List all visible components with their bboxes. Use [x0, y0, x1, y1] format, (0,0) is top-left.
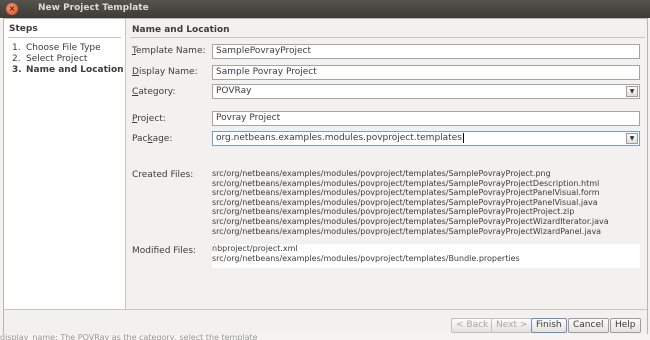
step-number: 1. [12, 43, 21, 53]
list-item: src/org/netbeans/examples/modules/povpro… [212, 207, 575, 217]
list-item: src/org/netbeans/examples/modules/povpro… [212, 253, 520, 263]
display-name-field[interactable]: Sample Povray Project [212, 65, 640, 80]
name-and-location-panel: Name and Location Template Name: SampleP… [128, 19, 647, 309]
step-label: Choose File Type [26, 43, 101, 53]
steps-header: Steps [9, 24, 38, 34]
list-item: src/org/netbeans/examples/modules/povpro… [212, 169, 551, 178]
project-label: Project: [132, 114, 166, 124]
list-item: nbproject/project.xml [212, 244, 298, 253]
modified-files-list: nbproject/project.xml src/org/netbeans/e… [212, 244, 640, 268]
step-label: Name and Location [26, 65, 124, 75]
next-button[interactable]: Next > [491, 318, 533, 333]
category-label: Category: [132, 87, 176, 97]
package-label: Package: [132, 134, 173, 144]
finish-button[interactable]: Finish [531, 318, 567, 333]
step-item-current: 3. Name and Location [12, 65, 124, 76]
created-files-label: Created Files: [132, 170, 194, 180]
new-project-template-dialog: Steps 1. Choose File Type 2. Select Projec… [3, 18, 648, 340]
cancel-button[interactable]: Cancel [568, 318, 609, 333]
category-combobox[interactable]: POVRay ▼ [212, 84, 640, 99]
text-caret [462, 132, 464, 143]
panel-divider [130, 37, 645, 38]
template-name-field[interactable]: SamplePovrayProject [212, 44, 640, 59]
chevron-down-icon[interactable]: ▼ [626, 86, 638, 97]
list-item: src/org/netbeans/examples/modules/povpro… [212, 197, 598, 207]
list-item: src/org/netbeans/examples/modules/povpro… [212, 178, 600, 188]
modified-files-label: Modified Files: [132, 246, 197, 256]
step-number: 3. [12, 65, 22, 75]
list-item: src/org/netbeans/examples/modules/povpro… [212, 226, 602, 236]
help-button[interactable]: Help [610, 318, 641, 333]
step-label: Select Project [26, 54, 88, 64]
package-value: org.netbeans.examples.modules.povproject… [216, 133, 462, 143]
package-combobox[interactable]: org.netbeans.examples.modules.povproject… [212, 131, 640, 146]
created-files-list: src/org/netbeans/examples/modules/povpro… [212, 169, 640, 245]
chevron-down-icon[interactable]: ▼ [626, 133, 638, 144]
list-item: src/org/netbeans/examples/modules/povpro… [212, 216, 609, 226]
panel-title: Name and Location [132, 25, 230, 35]
window-titlebar: × New Project Template [0, 0, 650, 18]
step-item: 2. Select Project [12, 54, 124, 65]
background-editor-text: display_name: The POVRay as the category… [0, 334, 650, 340]
steps-divider [8, 37, 121, 38]
window-title: New Project Template [38, 3, 149, 13]
steps-panel: Steps 1. Choose File Type 2. Select Projec… [4, 19, 126, 309]
template-name-label: Template Name: [132, 46, 206, 56]
list-item: src/org/netbeans/examples/modules/povpro… [212, 188, 600, 198]
close-icon[interactable]: × [6, 3, 18, 15]
category-value: POVRay [216, 86, 252, 96]
project-field[interactable]: Povray Project [212, 111, 640, 126]
steps-list: 1. Choose File Type 2. Select Project 3. Na… [12, 43, 124, 76]
step-item: 1. Choose File Type [12, 43, 124, 54]
display-name-label: Display Name: [132, 67, 198, 77]
step-number: 2. [12, 54, 21, 64]
back-button[interactable]: < Back [451, 318, 494, 333]
